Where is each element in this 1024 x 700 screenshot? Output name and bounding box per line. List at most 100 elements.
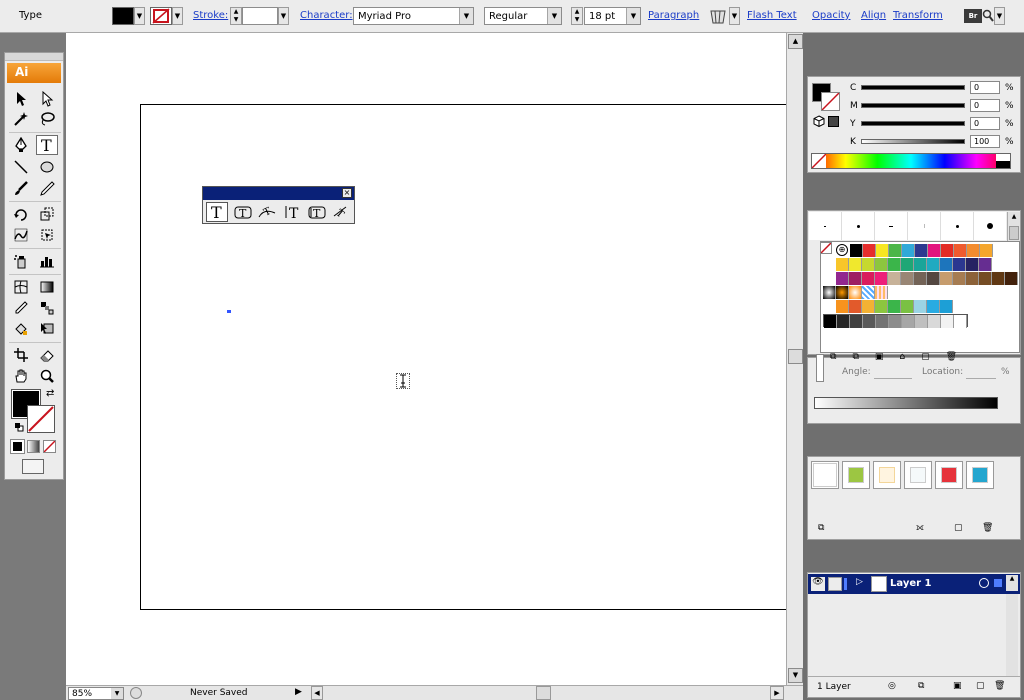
layer-duplicate-icon[interactable]: ⧉ bbox=[852, 352, 858, 362]
color-swatch[interactable] bbox=[992, 272, 1005, 285]
color-swatch[interactable] bbox=[927, 258, 940, 271]
character-link[interactable]: Character: bbox=[300, 10, 353, 21]
layer-name[interactable]: Layer 1 bbox=[890, 578, 931, 589]
color-swatch[interactable] bbox=[941, 244, 954, 257]
align-link[interactable]: Align bbox=[861, 10, 886, 21]
scroll-thumb[interactable] bbox=[788, 349, 803, 364]
new-layer-icon[interactable]: ▢ bbox=[976, 681, 985, 691]
vertical-type-tool-option[interactable]: T bbox=[281, 202, 303, 222]
new-folder-icon[interactable]: ⌂ bbox=[899, 352, 905, 362]
yellow-slider[interactable] bbox=[861, 121, 965, 126]
gradient-mode-button[interactable] bbox=[27, 440, 40, 453]
registration-swatch-icon[interactable]: ⊕ bbox=[836, 244, 848, 256]
color-swatch[interactable] bbox=[915, 244, 928, 257]
color-swatch[interactable] bbox=[837, 315, 850, 328]
swap-fill-stroke-icon[interactable]: ⇄ bbox=[46, 388, 54, 399]
color-swatch[interactable] bbox=[889, 244, 902, 257]
color-swatch[interactable] bbox=[836, 258, 849, 271]
color-swatch[interactable] bbox=[914, 300, 927, 313]
selection-tool[interactable] bbox=[10, 89, 32, 109]
layers-scroll-up[interactable]: ▲ bbox=[1006, 575, 1018, 591]
color-swatch[interactable] bbox=[940, 272, 953, 285]
color-stroke-box[interactable] bbox=[821, 92, 840, 111]
type-on-path-tool-option[interactable]: T bbox=[256, 202, 278, 222]
paintbrush-tool[interactable] bbox=[10, 178, 32, 198]
horizontal-scroll-thumb[interactable] bbox=[536, 686, 551, 700]
color-swatch[interactable] bbox=[889, 315, 902, 328]
eyedropper-tool[interactable] bbox=[10, 298, 32, 318]
eye-icon[interactable]: 👁 bbox=[811, 577, 825, 591]
black-color-chip[interactable] bbox=[996, 161, 1010, 168]
color-swatch[interactable] bbox=[849, 272, 862, 285]
color-swatch[interactable] bbox=[966, 258, 979, 271]
direct-selection-tool[interactable] bbox=[36, 89, 58, 109]
panel-frame-icon[interactable]: ▣ bbox=[875, 352, 884, 362]
color-swatch[interactable] bbox=[888, 258, 901, 271]
color-swatch[interactable] bbox=[875, 300, 888, 313]
opacity-link[interactable]: Opacity bbox=[812, 10, 850, 21]
scale-tool[interactable] bbox=[36, 204, 58, 224]
search-icon[interactable] bbox=[982, 9, 994, 23]
color-spectrum-bar[interactable] bbox=[811, 153, 1011, 169]
paragraph-link[interactable]: Paragraph bbox=[648, 10, 699, 21]
trash-icon[interactable]: 🗑 bbox=[946, 352, 957, 362]
selection-square[interactable] bbox=[994, 579, 1002, 587]
none-color-chip[interactable] bbox=[811, 153, 827, 169]
color-swatch[interactable] bbox=[876, 315, 889, 328]
color-swatch[interactable] bbox=[902, 315, 915, 328]
clipping-mask-icon[interactable]: ⧉ bbox=[918, 681, 924, 691]
color-swatch[interactable] bbox=[979, 258, 992, 271]
symbol-sprayer-tool[interactable] bbox=[10, 251, 32, 271]
color-swatch[interactable] bbox=[954, 315, 967, 328]
bridge-icon[interactable]: Br bbox=[964, 9, 982, 23]
color-swatch[interactable] bbox=[863, 244, 876, 257]
expand-triangle-icon[interactable]: ▷ bbox=[856, 577, 863, 587]
document-setup-dropdown[interactable]: ▼ bbox=[729, 7, 740, 25]
stroke-swatch[interactable] bbox=[150, 7, 172, 25]
area-type-tool-option[interactable]: T bbox=[232, 202, 254, 222]
column-graph-tool[interactable] bbox=[36, 251, 58, 271]
color-swatch[interactable] bbox=[888, 300, 901, 313]
tools-panel-grip[interactable] bbox=[5, 53, 63, 61]
yellow-value[interactable]: 0 bbox=[970, 117, 1000, 130]
color-swatch[interactable] bbox=[953, 258, 966, 271]
free-transform-tool[interactable] bbox=[36, 225, 58, 245]
bridge-dropdown[interactable]: ▼ bbox=[994, 7, 1005, 25]
pattern-swatch[interactable] bbox=[875, 286, 888, 299]
stroke-weight-spinner[interactable]: ▲ ▼ bbox=[230, 7, 242, 25]
blend-tool[interactable] bbox=[36, 298, 58, 318]
style-libraries-icon[interactable]: ⧉ bbox=[818, 523, 824, 533]
color-swatch[interactable] bbox=[901, 300, 914, 313]
color-swatch[interactable] bbox=[875, 258, 888, 271]
color-swatch[interactable] bbox=[966, 272, 979, 285]
color-swatch[interactable] bbox=[876, 244, 889, 257]
target-circle-icon[interactable] bbox=[979, 578, 989, 588]
graphic-style-swatch[interactable] bbox=[842, 461, 870, 489]
none-mode-button[interactable] bbox=[43, 440, 56, 453]
color-swatch[interactable] bbox=[940, 258, 953, 271]
stroke-color-box[interactable] bbox=[27, 405, 55, 433]
graphic-style-swatch[interactable] bbox=[966, 461, 994, 489]
color-swatch[interactable] bbox=[850, 244, 863, 257]
save-status-text[interactable]: Never Saved bbox=[190, 688, 248, 698]
font-family-select[interactable]: Myriad Pro ▼ bbox=[353, 7, 474, 25]
lock-toggle[interactable] bbox=[828, 577, 842, 591]
mesh-tool[interactable] bbox=[10, 277, 32, 297]
pattern-swatch[interactable] bbox=[862, 286, 875, 299]
color-swatch[interactable] bbox=[953, 272, 966, 285]
type-tool[interactable]: T bbox=[36, 135, 58, 155]
gradient-preview[interactable] bbox=[816, 354, 824, 382]
new-layer-icon[interactable]: ▢ bbox=[921, 352, 930, 362]
color-swatch[interactable] bbox=[928, 244, 941, 257]
color-swatch[interactable] bbox=[888, 272, 901, 285]
zoom-select[interactable]: 85% ▼ bbox=[68, 687, 124, 700]
location-input[interactable] bbox=[966, 366, 996, 379]
status-menu-arrow[interactable]: ▶ bbox=[295, 687, 302, 697]
none-swatch[interactable] bbox=[820, 242, 832, 254]
color-swatch[interactable] bbox=[901, 258, 914, 271]
angle-input[interactable] bbox=[874, 366, 912, 379]
font-size-select[interactable]: 18 pt ▼ bbox=[584, 7, 641, 25]
document-canvas[interactable] bbox=[66, 33, 800, 685]
new-sublayer-icon[interactable]: ▣ bbox=[953, 681, 962, 691]
color-swatch[interactable] bbox=[967, 244, 980, 257]
